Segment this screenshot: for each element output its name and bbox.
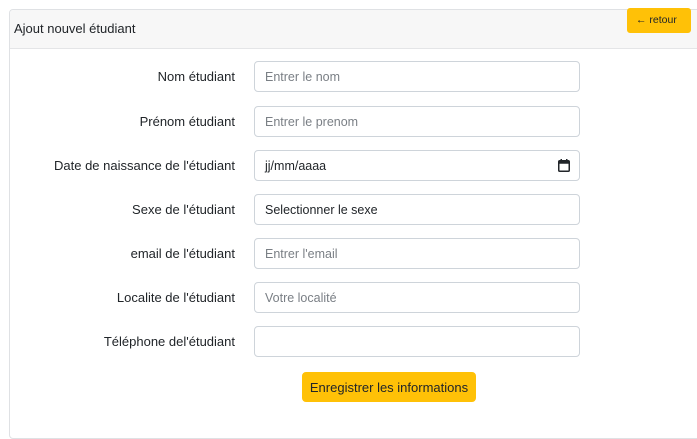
telephone-input[interactable]	[254, 326, 580, 357]
localite-label: Localite de l'étudiant	[116, 290, 235, 305]
form-row-date-naissance: Date de naissance de l'étudiant jj/mm/aa…	[0, 150, 697, 181]
date-naissance-label: Date de naissance de l'étudiant	[54, 158, 235, 173]
form-row-localite: Localite de l'étudiant	[0, 282, 697, 313]
localite-input[interactable]	[254, 282, 580, 313]
nom-input[interactable]	[254, 61, 580, 92]
sexe-selected-value: Selectionner le sexe	[265, 203, 378, 217]
sexe-select[interactable]: Selectionner le sexe	[254, 194, 580, 225]
form-row-sexe: Sexe de l'étudiant Selectionner le sexe	[0, 194, 697, 225]
form-row-nom: Nom étudiant	[0, 61, 697, 92]
email-label: email de l'étudiant	[130, 246, 235, 261]
prenom-input[interactable]	[254, 106, 580, 137]
form-row-prenom: Prénom étudiant	[0, 106, 697, 137]
form-row-telephone: Téléphone del'étudiant	[0, 326, 697, 357]
date-naissance-value: jj/mm/aaaa	[265, 159, 327, 173]
form-row-email: email de l'étudiant	[0, 238, 697, 269]
telephone-label: Téléphone del'étudiant	[103, 334, 235, 349]
submit-button[interactable]: Enregistrer les informations	[302, 372, 476, 402]
card-header: Ajout nouvel étudiant	[10, 10, 697, 49]
nom-label: Nom étudiant	[157, 69, 235, 84]
email-input[interactable]	[254, 238, 580, 269]
back-button[interactable]: ← retour	[627, 8, 691, 33]
sexe-label: Sexe de l'étudiant	[132, 202, 235, 217]
date-naissance-input[interactable]: jj/mm/aaaa	[254, 150, 580, 181]
page-title: Ajout nouvel étudiant	[14, 21, 136, 36]
calendar-icon[interactable]	[558, 159, 570, 172]
prenom-label: Prénom étudiant	[139, 114, 235, 129]
